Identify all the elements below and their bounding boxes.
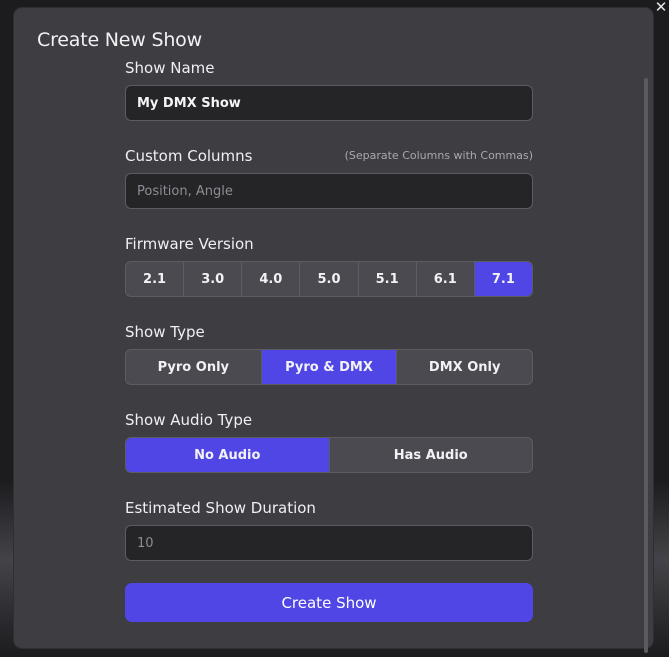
scrollbar[interactable] bbox=[644, 78, 648, 653]
dialog-title: Create New Show bbox=[37, 29, 202, 51]
audio-option-has-audio[interactable]: Has Audio bbox=[328, 438, 533, 472]
audio-option-no-audio[interactable]: No Audio bbox=[126, 438, 329, 472]
duration-input[interactable] bbox=[125, 525, 533, 561]
show-name-input[interactable] bbox=[125, 85, 533, 121]
audio-type-label: Show Audio Type bbox=[125, 411, 253, 429]
firmware-option-4-0[interactable]: 4.0 bbox=[241, 262, 299, 296]
custom-columns-label: Custom Columns bbox=[125, 147, 253, 165]
show-type-option-pyro-only[interactable]: Pyro Only bbox=[126, 350, 261, 384]
firmware-version-label: Firmware Version bbox=[125, 235, 254, 253]
custom-columns-input[interactable] bbox=[125, 173, 533, 209]
duration-label: Estimated Show Duration bbox=[125, 499, 316, 517]
firmware-version-field: Firmware Version 2.1 3.0 4.0 5.0 5.1 6.1… bbox=[125, 234, 533, 297]
close-icon[interactable]: ✕ bbox=[653, 0, 669, 16]
show-type-selector: Pyro Only Pyro & DMX DMX Only bbox=[125, 349, 533, 385]
show-type-label: Show Type bbox=[125, 323, 205, 341]
show-name-field: Show Name bbox=[125, 58, 533, 121]
firmware-version-selector: 2.1 3.0 4.0 5.0 5.1 6.1 7.1 bbox=[125, 261, 533, 297]
firmware-option-2-1[interactable]: 2.1 bbox=[126, 262, 183, 296]
firmware-option-7-1[interactable]: 7.1 bbox=[473, 262, 532, 296]
custom-columns-field: Custom Columns (Separate Columns with Co… bbox=[125, 146, 533, 209]
show-type-option-pyro-dmx[interactable]: Pyro & DMX bbox=[260, 350, 397, 384]
show-type-field: Show Type Pyro Only Pyro & DMX DMX Only bbox=[125, 322, 533, 385]
custom-columns-hint: (Separate Columns with Commas) bbox=[344, 149, 533, 162]
create-show-button[interactable]: Create Show bbox=[125, 583, 533, 622]
create-show-dialog: Create New Show Show Name Custom Columns… bbox=[14, 8, 653, 653]
firmware-option-5-1[interactable]: 5.1 bbox=[357, 262, 416, 296]
audio-type-selector: No Audio Has Audio bbox=[125, 437, 533, 473]
firmware-option-3-0[interactable]: 3.0 bbox=[183, 262, 241, 296]
show-type-option-dmx-only[interactable]: DMX Only bbox=[396, 350, 532, 384]
audio-type-field: Show Audio Type No Audio Has Audio bbox=[125, 410, 533, 473]
show-name-label: Show Name bbox=[125, 59, 215, 77]
firmware-option-5-0[interactable]: 5.0 bbox=[299, 262, 357, 296]
firmware-option-6-1[interactable]: 6.1 bbox=[415, 262, 474, 296]
duration-field: Estimated Show Duration bbox=[125, 498, 533, 561]
